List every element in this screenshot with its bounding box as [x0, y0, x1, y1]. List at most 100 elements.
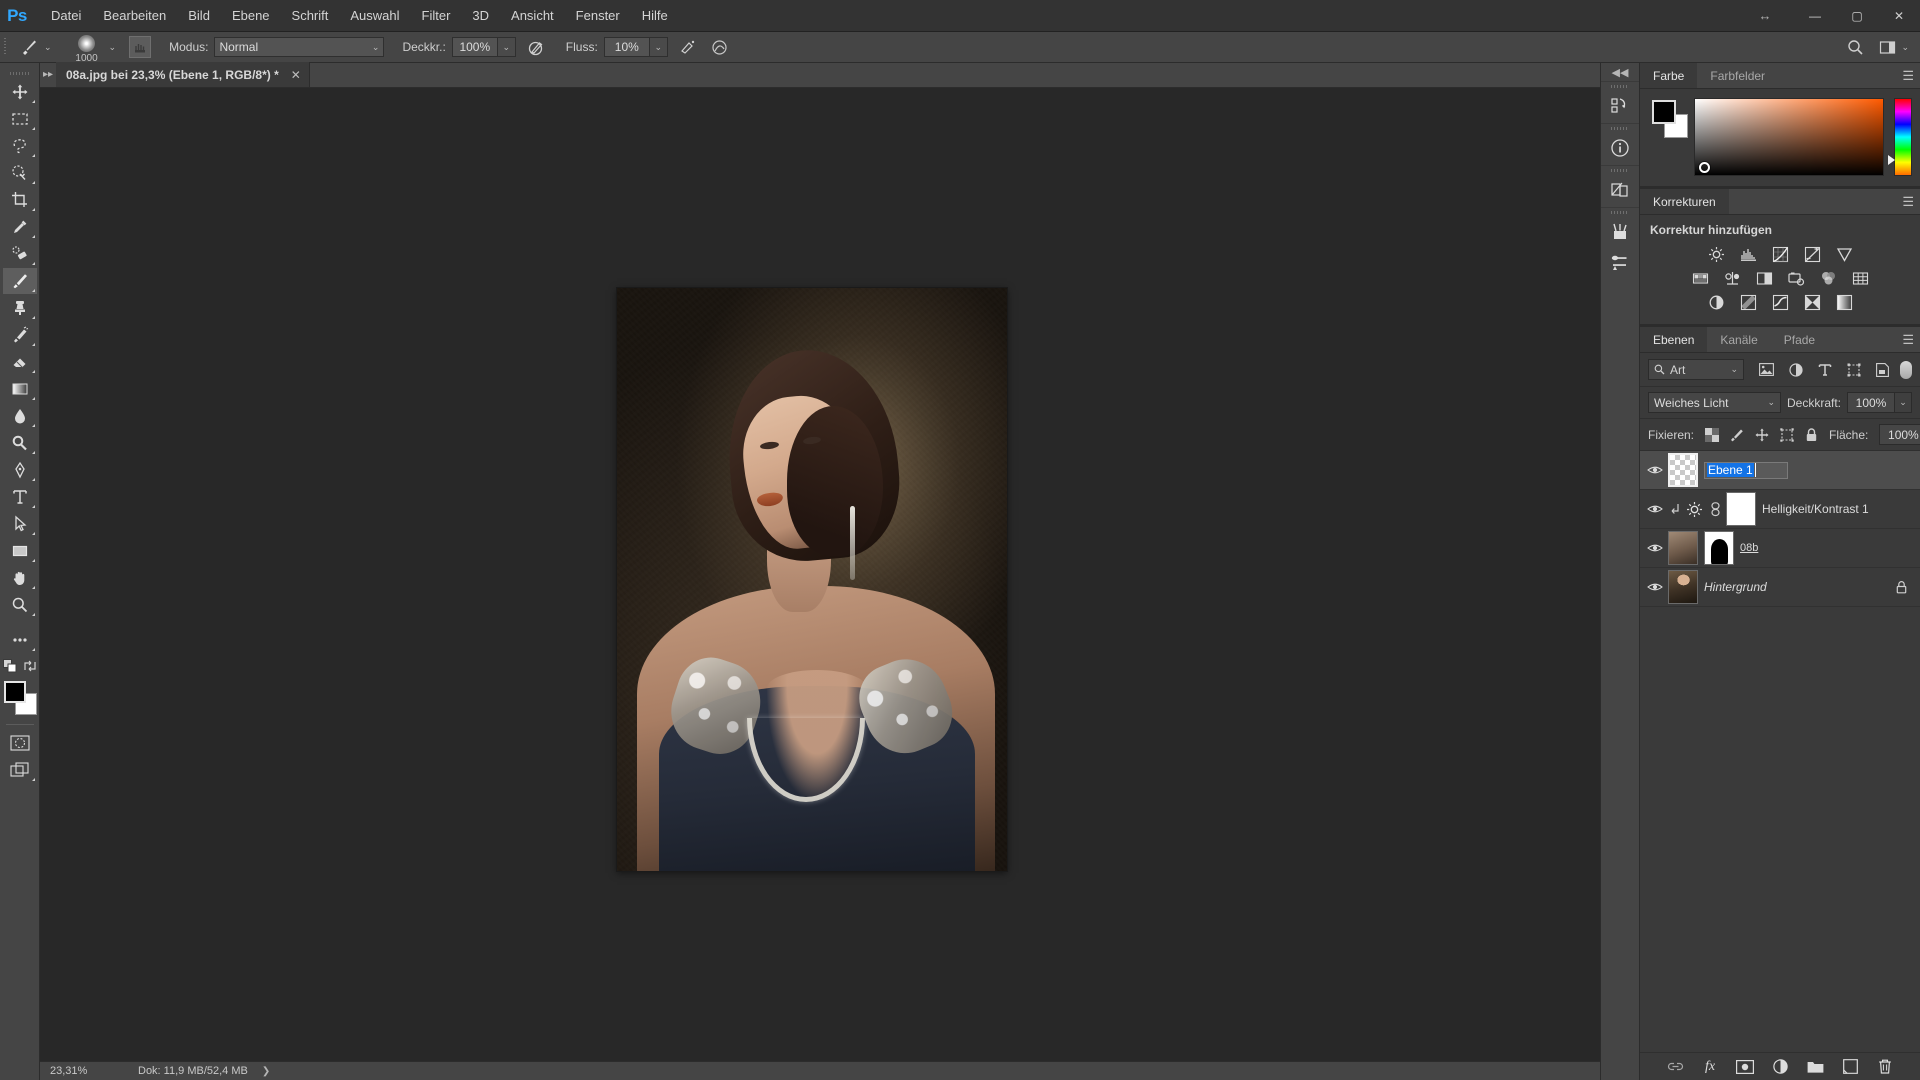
layer-row-ebene-1[interactable]: Ebene 1: [1640, 451, 1920, 490]
default-colors-icon[interactable]: [3, 659, 17, 673]
options-bar-grip[interactable]: [0, 32, 10, 63]
menu-datei[interactable]: Datei: [40, 5, 92, 27]
new-layer-icon[interactable]: [1841, 1058, 1859, 1076]
swap-colors-icon[interactable]: [23, 659, 37, 673]
menu-filter[interactable]: Filter: [411, 5, 462, 27]
tool-rectangle[interactable]: [3, 538, 37, 564]
foreground-color-swatch[interactable]: [4, 681, 26, 703]
color-panel-menu-icon[interactable]: ☰: [1902, 63, 1914, 89]
tab-kanaele[interactable]: Kanäle: [1707, 327, 1770, 352]
filter-adjustment-icon[interactable]: [1787, 361, 1804, 378]
color-field-cursor[interactable]: [1699, 162, 1710, 173]
layer-mask-thumbnail[interactable]: [1726, 492, 1756, 526]
adjustments-panel-menu-icon[interactable]: ☰: [1902, 189, 1914, 215]
arrange-documents-icon[interactable]: ↔: [1754, 5, 1776, 27]
tool-hand[interactable]: [3, 565, 37, 591]
tab-bar-expand-icon[interactable]: ▸▸: [40, 62, 56, 87]
brush-preset-caret-icon[interactable]: ⌄: [44, 42, 52, 53]
vibrance-icon[interactable]: [1833, 245, 1855, 264]
layer-opacity-input[interactable]: 100%: [1847, 392, 1895, 413]
tool-quick-selection[interactable]: [3, 160, 37, 186]
invert-icon[interactable]: [1705, 293, 1727, 312]
layer-opacity-caret-icon[interactable]: ⌄: [1895, 392, 1912, 413]
tool-path-selection[interactable]: [3, 511, 37, 537]
minimize-button[interactable]: —: [1794, 0, 1836, 32]
filter-type-icon[interactable]: [1816, 361, 1833, 378]
menu-3d[interactable]: 3D: [461, 5, 500, 27]
screen-mode-icon[interactable]: [3, 757, 37, 783]
menu-auswahl[interactable]: Auswahl: [339, 5, 410, 27]
brightness-contrast-icon[interactable]: [1705, 245, 1727, 264]
tool-type[interactable]: [3, 484, 37, 510]
black-white-icon[interactable]: [1753, 269, 1775, 288]
layer-visibility-toggle[interactable]: [1642, 581, 1668, 593]
brush-presets-icon[interactable]: [1601, 217, 1639, 247]
selective-color-icon[interactable]: [1801, 293, 1823, 312]
libraries-icon[interactable]: [1601, 175, 1639, 205]
hue-saturation-icon[interactable]: [1689, 269, 1711, 288]
hue-slider[interactable]: [1894, 98, 1912, 176]
tool-clone-stamp[interactable]: [3, 295, 37, 321]
tab-korrekturen[interactable]: Korrekturen: [1640, 189, 1729, 214]
tool-blur[interactable]: [3, 403, 37, 429]
layers-panel-menu-icon[interactable]: ☰: [1902, 327, 1914, 353]
tab-farbfelder[interactable]: Farbfelder: [1697, 63, 1778, 88]
tool-history-brush[interactable]: [3, 322, 37, 348]
gradient-map-icon[interactable]: [1833, 293, 1855, 312]
flow-caret-icon[interactable]: ⌄: [650, 37, 668, 57]
layer-style-icon[interactable]: fx: [1701, 1058, 1719, 1076]
layer-fill-input[interactable]: 100%: [1879, 424, 1920, 445]
opacity-pressure-icon[interactable]: [524, 35, 548, 59]
layer-thumbnail[interactable]: [1668, 570, 1698, 604]
tool-marquee[interactable]: [3, 106, 37, 132]
smoothing-icon[interactable]: [708, 35, 732, 59]
document-tab[interactable]: 08a.jpg bei 23,3% (Ebene 1, RGB/8*) * ✕: [56, 62, 310, 87]
search-icon[interactable]: [1843, 35, 1867, 59]
brush-settings-caret-icon[interactable]: ⌄: [109, 42, 117, 53]
lock-position-icon[interactable]: [1755, 427, 1769, 443]
layer-row-08b[interactable]: 08b: [1640, 529, 1920, 568]
lock-all-icon[interactable]: [1805, 427, 1818, 443]
more-tools-icon[interactable]: [3, 627, 37, 653]
opacity-caret-icon[interactable]: ⌄: [498, 37, 516, 57]
menu-schrift[interactable]: Schrift: [281, 5, 340, 27]
filter-shape-icon[interactable]: [1845, 361, 1862, 378]
layer-mask-thumbnail[interactable]: [1704, 531, 1734, 565]
photo-filter-icon[interactable]: [1785, 269, 1807, 288]
airbrush-icon[interactable]: [676, 35, 700, 59]
brush-settings-icon[interactable]: [1601, 247, 1639, 277]
dock-group-grip[interactable]: [1601, 82, 1639, 91]
layer-thumbnail[interactable]: [1668, 531, 1698, 565]
image-canvas[interactable]: [617, 288, 1007, 871]
tool-lasso[interactable]: [3, 133, 37, 159]
brush-size-preview[interactable]: 1000: [67, 34, 107, 61]
color-field[interactable]: [1694, 98, 1884, 176]
color-balance-icon[interactable]: [1721, 269, 1743, 288]
layer-filter-select[interactable]: Art ⌄: [1648, 359, 1744, 380]
workspace-icon[interactable]: [1875, 35, 1899, 59]
tab-pfade[interactable]: Pfade: [1771, 327, 1828, 352]
brush-tool-icon[interactable]: [16, 34, 42, 60]
new-adjustment-icon[interactable]: [1771, 1058, 1789, 1076]
dock-group-grip[interactable]: [1601, 124, 1639, 133]
hue-slider-marker[interactable]: [1888, 155, 1895, 165]
threshold-icon[interactable]: [1769, 293, 1791, 312]
blend-mode-select[interactable]: Normal ⌄: [214, 37, 384, 57]
tool-eyedropper[interactable]: [3, 214, 37, 240]
tab-ebenen[interactable]: Ebenen: [1640, 327, 1707, 352]
info-icon[interactable]: [1601, 133, 1639, 163]
menu-ebene[interactable]: Ebene: [221, 5, 281, 27]
layer-mask-link-icon[interactable]: [1707, 502, 1723, 517]
layer-row-hintergrund[interactable]: Hintergrund: [1640, 568, 1920, 607]
link-layers-icon[interactable]: [1666, 1058, 1684, 1076]
dock-group-grip[interactable]: [1601, 208, 1639, 217]
tool-brush[interactable]: [3, 268, 37, 294]
canvas-area[interactable]: [40, 88, 1600, 1061]
tool-crop[interactable]: [3, 187, 37, 213]
lock-transparent-pixels-icon[interactable]: [1705, 427, 1719, 443]
menu-fenster[interactable]: Fenster: [565, 5, 631, 27]
tool-dodge[interactable]: [3, 430, 37, 456]
menu-bearbeiten[interactable]: Bearbeiten: [92, 5, 177, 27]
quick-mask-icon[interactable]: [3, 730, 37, 756]
menu-hilfe[interactable]: Hilfe: [631, 5, 679, 27]
